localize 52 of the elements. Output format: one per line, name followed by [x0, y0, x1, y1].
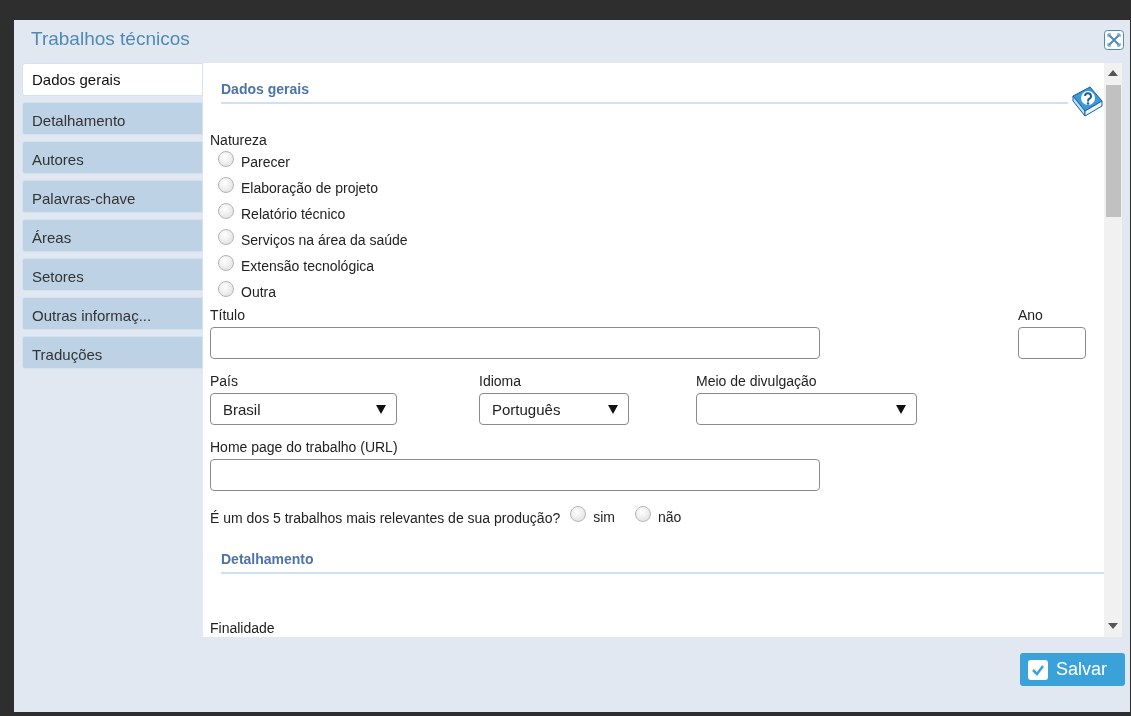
radio-button[interactable]: [218, 281, 234, 297]
title-input-field[interactable]: [210, 327, 820, 359]
section-heading: Detalhamento: [221, 551, 1104, 574]
field-label: Home page do trabalho (URL): [210, 439, 399, 455]
radio-label: Serviços na área da saúde: [241, 231, 408, 249]
radio-label: Outra: [241, 283, 276, 301]
url-input-field[interactable]: [210, 459, 820, 491]
radio-label: Relatório técnico: [241, 205, 346, 223]
radio-button[interactable]: [218, 151, 234, 167]
field-label: Finalidade: [210, 620, 275, 636]
scroll-down-icon[interactable]: [1108, 623, 1118, 629]
sidebar-tab[interactable]: Autores: [22, 141, 203, 174]
help-book-icon[interactable]: [1070, 84, 1104, 120]
sidebar-tab[interactable]: Setores: [22, 258, 203, 291]
select-field[interactable]: Brasil: [210, 393, 397, 425]
sidebar-tab[interactable]: Dados gerais: [22, 63, 203, 96]
caret-icon: [608, 404, 618, 414]
scroll-up-icon[interactable]: [1108, 70, 1118, 76]
sidebar-tab[interactable]: Áreas: [22, 219, 203, 252]
field-label: Meio de divulgação: [696, 373, 818, 389]
scrollbar-thumb[interactable]: [1106, 85, 1121, 217]
question-text: É um dos 5 trabalhos mais relevantes de sua produção?: [210, 510, 561, 526]
sidebar-tab[interactable]: Detalhamento: [22, 102, 203, 135]
field-label: País: [210, 373, 239, 389]
select-field[interactable]: [696, 393, 917, 425]
sidebar-tab[interactable]: Palavras-chave: [22, 180, 203, 213]
radio-label: Elaboração de projeto: [241, 179, 378, 197]
scrollbar[interactable]: [1104, 63, 1122, 637]
radio-button[interactable]: [218, 177, 234, 193]
radio-label: sim: [593, 508, 615, 526]
select-field[interactable]: Português: [479, 393, 629, 425]
sidebar-tab[interactable]: Traduções: [22, 336, 203, 369]
caret-icon: [376, 404, 386, 414]
radio-button[interactable]: [570, 506, 587, 522]
field-label: Ano: [1018, 307, 1044, 323]
year-input-field[interactable]: [1018, 327, 1086, 359]
field-label: Idioma: [479, 373, 523, 389]
radio-label: Parecer: [241, 153, 291, 171]
radio-label: Extensão tecnológica: [241, 257, 375, 275]
radio-label: não: [658, 508, 682, 526]
radio-button[interactable]: [218, 255, 234, 271]
sidebar-tab[interactable]: Outras informaç...: [22, 297, 203, 330]
caret-icon: [896, 404, 906, 414]
close-icon[interactable]: [1104, 30, 1124, 50]
check-icon: [1028, 659, 1048, 680]
field-label: Título: [210, 307, 246, 323]
window-title: Trabalhos técnicos: [31, 28, 190, 50]
section-heading: Dados gerais: [221, 81, 1068, 104]
radio-button[interactable]: [218, 229, 234, 245]
radio-button[interactable]: [218, 203, 234, 219]
field-label: Natureza: [210, 132, 267, 148]
radio-button[interactable]: [635, 506, 651, 522]
